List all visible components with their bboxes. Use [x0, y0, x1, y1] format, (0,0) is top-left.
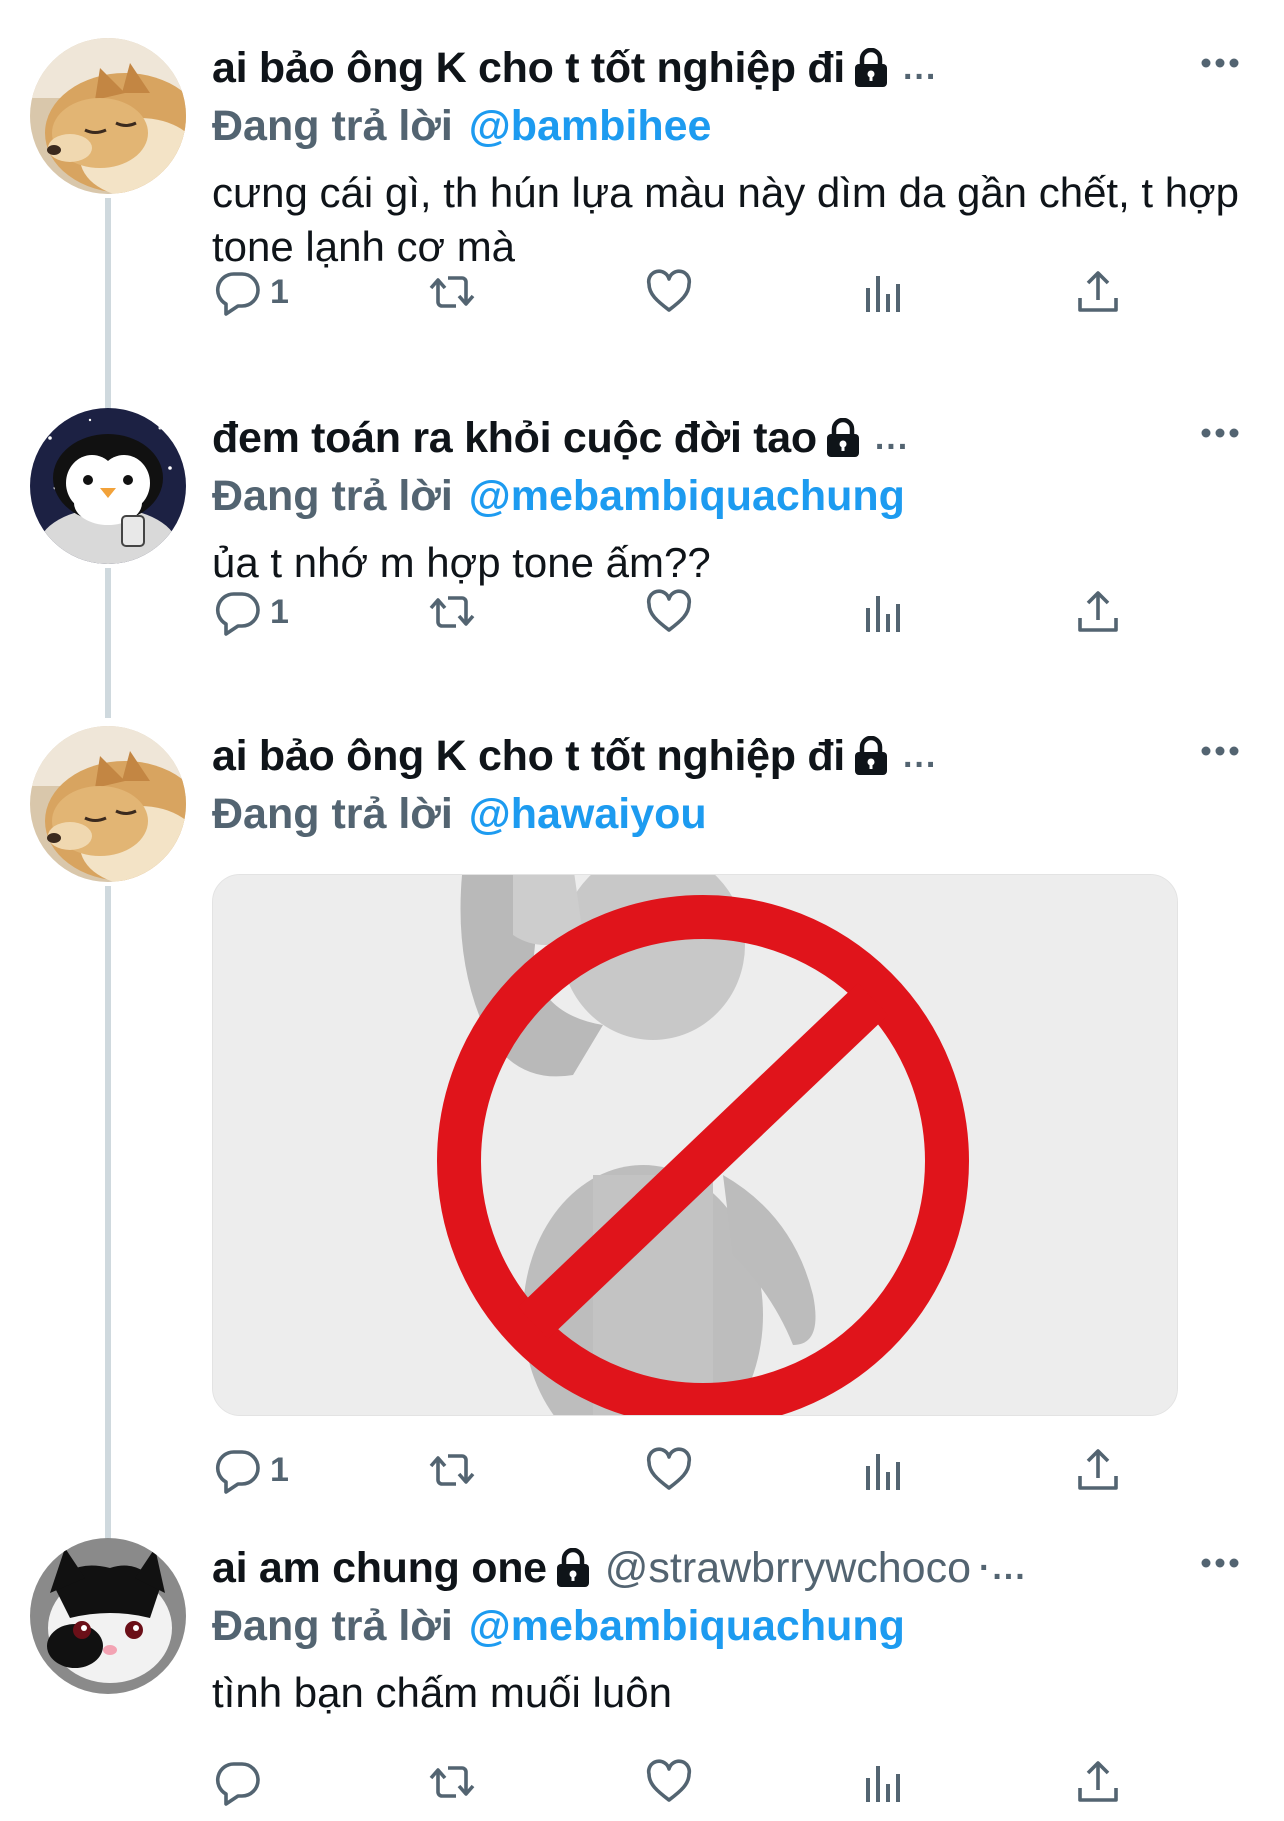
- black-white-cat-avatar-icon: [30, 1538, 186, 1694]
- views-icon: [860, 268, 908, 316]
- views-icon: [860, 1446, 908, 1494]
- retweet-icon: [428, 588, 476, 636]
- like-button[interactable]: [645, 1440, 693, 1500]
- reply-icon: [214, 268, 262, 316]
- reply-count: 1: [270, 592, 289, 631]
- avatar[interactable]: [30, 1538, 186, 1694]
- reply-icon: [214, 588, 262, 636]
- action-bar: 1: [0, 1440, 1284, 1500]
- shiba-dog-avatar-icon: [30, 726, 186, 882]
- replying-to: Đang trả lời @mebambiquachung: [212, 468, 1240, 524]
- replying-to: Đang trả lời @bambihee: [212, 98, 1240, 154]
- action-bar: 1: [0, 262, 1284, 322]
- views-button[interactable]: [860, 1440, 908, 1500]
- retweet-button[interactable]: [428, 1752, 476, 1812]
- user-handle[interactable]: @strawbrrywchoco: [605, 1538, 971, 1598]
- tweet-media-image[interactable]: [212, 874, 1178, 1416]
- replying-to: Đang trả lời @mebambiquachung: [212, 1598, 1240, 1654]
- like-icon: [645, 1446, 693, 1494]
- replying-to-label: Đang trả lời: [212, 790, 453, 838]
- like-button[interactable]: [645, 1752, 693, 1812]
- retweet-icon: [428, 268, 476, 316]
- retweet-icon: [428, 1446, 476, 1494]
- action-bar: 1: [0, 582, 1284, 642]
- share-button[interactable]: [1074, 1752, 1122, 1812]
- reply-icon: [214, 1446, 262, 1494]
- replying-to-label: Đang trả lời: [212, 1602, 453, 1650]
- no-entry-stop-figure-icon: [213, 875, 1177, 1415]
- reply-button[interactable]: [214, 1752, 270, 1812]
- tweet-text: cưng cái gì, th hún lựa màu này dìm da g…: [212, 169, 1240, 270]
- retweet-button[interactable]: [428, 1440, 476, 1500]
- reply-count: 1: [270, 272, 289, 311]
- reply-mention-link[interactable]: @mebambiquachung: [469, 472, 905, 520]
- views-icon: [860, 1758, 908, 1806]
- reply-count: 1: [270, 1450, 289, 1489]
- share-icon: [1074, 268, 1122, 316]
- penguin-avatar-icon: [30, 408, 186, 564]
- reply-mention-link[interactable]: @mebambiquachung: [469, 1602, 905, 1650]
- like-button[interactable]: [645, 262, 693, 322]
- replying-to-label: Đang trả lời: [212, 102, 453, 150]
- avatar[interactable]: [30, 38, 186, 194]
- reply-icon: [214, 1758, 262, 1806]
- lock-icon: [853, 48, 889, 88]
- retweet-icon: [428, 1758, 476, 1806]
- truncation-ellipsis: ...: [902, 49, 938, 87]
- display-name[interactable]: ai bảo ông K cho t tốt nghiệp đi: [212, 726, 845, 786]
- more-options-icon[interactable]: [1200, 56, 1240, 70]
- replying-to-label: Đang trả lời: [212, 472, 453, 520]
- replying-to: Đang trả lời @hawaiyou: [212, 786, 1240, 842]
- views-button[interactable]: [860, 262, 908, 322]
- reply-button[interactable]: 1: [214, 262, 289, 322]
- shiba-dog-avatar-icon: [30, 38, 186, 194]
- like-icon: [645, 588, 693, 636]
- share-icon: [1074, 1446, 1122, 1494]
- display-name[interactable]: ai am chung one: [212, 1538, 547, 1598]
- avatar[interactable]: [30, 408, 186, 564]
- display-name[interactable]: ai bảo ông K cho t tốt nghiệp đi: [212, 38, 845, 98]
- lock-icon: [825, 418, 861, 458]
- reply-mention-link[interactable]: @hawaiyou: [469, 790, 707, 838]
- avatar[interactable]: [30, 726, 186, 882]
- more-options-icon[interactable]: [1200, 426, 1240, 440]
- reply-mention-link[interactable]: @bambihee: [469, 102, 712, 150]
- share-button[interactable]: [1074, 1440, 1122, 1500]
- like-button[interactable]: [645, 582, 693, 642]
- like-icon: [645, 1758, 693, 1806]
- share-icon: [1074, 1758, 1122, 1806]
- share-button[interactable]: [1074, 262, 1122, 322]
- lock-icon: [853, 736, 889, 776]
- more-options-icon[interactable]: [1200, 1556, 1240, 1570]
- truncation-ellipsis: ·...: [979, 1549, 1027, 1587]
- truncation-ellipsis: ...: [874, 419, 910, 457]
- share-icon: [1074, 588, 1122, 636]
- reply-button[interactable]: 1: [214, 582, 289, 642]
- retweet-button[interactable]: [428, 262, 476, 322]
- views-button[interactable]: [860, 582, 908, 642]
- tweet-text: tình bạn chấm muối luôn: [212, 1669, 672, 1716]
- more-options-icon[interactable]: [1200, 744, 1240, 758]
- truncation-ellipsis: ...: [902, 737, 938, 775]
- views-button[interactable]: [860, 1752, 908, 1812]
- action-bar: [0, 1752, 1284, 1812]
- reply-thread: ai bảo ông K cho t tốt nghiệp đi ... Đan…: [0, 0, 1284, 1821]
- lock-icon: [555, 1548, 591, 1588]
- display-name[interactable]: đem toán ra khỏi cuộc đời tao: [212, 408, 817, 468]
- share-button[interactable]: [1074, 582, 1122, 642]
- like-icon: [645, 268, 693, 316]
- retweet-button[interactable]: [428, 582, 476, 642]
- views-icon: [860, 588, 908, 636]
- reply-button[interactable]: 1: [214, 1440, 289, 1500]
